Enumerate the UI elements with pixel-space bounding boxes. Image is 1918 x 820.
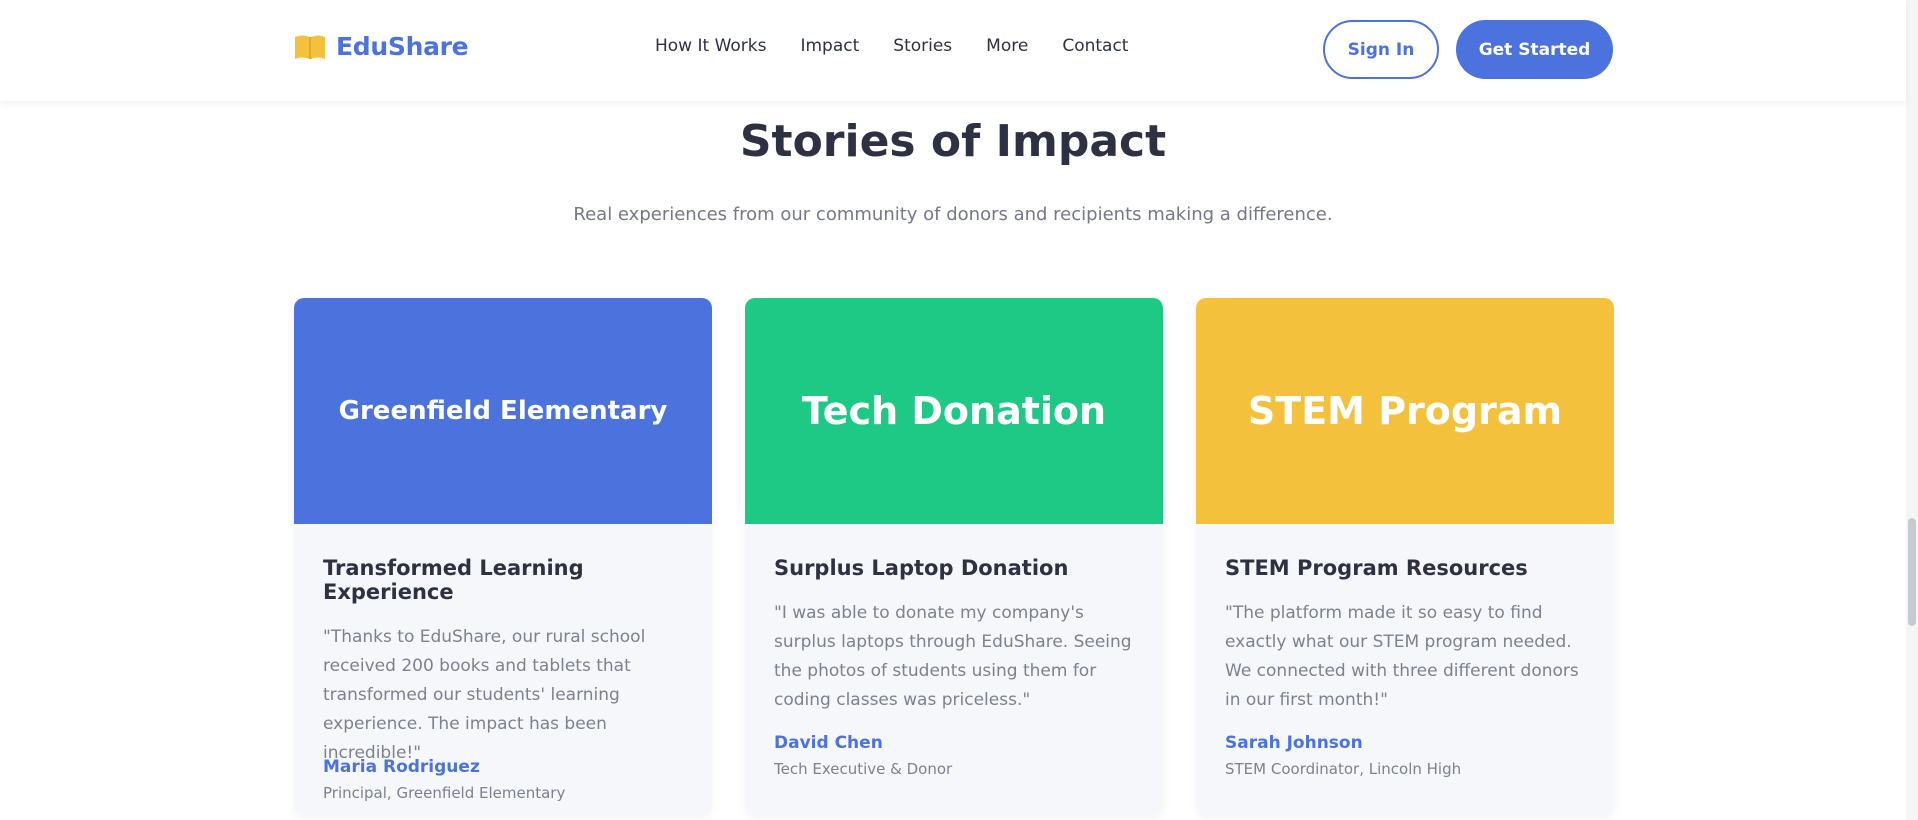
story-body: STEM Program Resources "The platform mad… [1196, 524, 1614, 778]
stories-grid: Greenfield Elementary Transformed Learni… [294, 298, 1614, 820]
story-card: STEM Program STEM Program Resources "The… [1196, 298, 1614, 815]
story-banner: STEM Program [1196, 298, 1614, 524]
story-author-role: STEM Coordinator, Lincoln High [1225, 760, 1462, 778]
story-body: Surplus Laptop Donation "I was able to d… [745, 524, 1163, 778]
story-author-role: Tech Executive & Donor [774, 760, 953, 778]
nav-contact[interactable]: Contact [1062, 36, 1128, 56]
story-quote: "Thanks to EduShare, our rural school re… [323, 627, 646, 763]
story-title: Surplus Laptop Donation [774, 556, 1069, 580]
nav-stories[interactable]: Stories [893, 36, 952, 56]
story-author: Sarah Johnson [1225, 733, 1363, 753]
story-banner: Greenfield Elementary [294, 298, 712, 524]
scrollbar[interactable] [1906, 0, 1918, 820]
story-card: Tech Donation Surplus Laptop Donation "I… [745, 298, 1163, 815]
story-banner-label: Tech Donation [801, 389, 1107, 433]
site-header: EduShare How It Works Impact Stories Mor… [0, 0, 1906, 101]
scrollbar-thumb[interactable] [1908, 518, 1916, 626]
story-quote: "The platform made it so easy to find ex… [1225, 603, 1579, 710]
story-title: STEM Program Resources [1225, 556, 1528, 580]
story-quote: "I was able to donate my company's surpl… [774, 603, 1132, 710]
story-banner-label: STEM Program [1247, 389, 1563, 433]
brand-name: EduShare [336, 32, 469, 61]
nav-more[interactable]: More [986, 36, 1028, 56]
section-subtitle: Real experiences from our community of d… [573, 204, 1333, 225]
nav-impact[interactable]: Impact [800, 36, 859, 56]
section-title: Stories of Impact [739, 116, 1167, 167]
story-author-role: Principal, Greenfield Elementary [323, 784, 566, 802]
story-author: Maria Rodriguez [323, 757, 480, 777]
story-body: Transformed Learning Experience "Thanks … [294, 524, 712, 802]
open-book-icon [294, 34, 326, 60]
brand-logo[interactable]: EduShare [294, 32, 469, 61]
sign-in-button[interactable]: Sign In [1323, 20, 1439, 79]
story-card: Greenfield Elementary Transformed Learni… [294, 298, 712, 815]
nav-how-it-works[interactable]: How It Works [655, 36, 766, 56]
story-author: David Chen [774, 733, 883, 753]
get-started-button[interactable]: Get Started [1456, 20, 1613, 79]
story-banner-label: Greenfield Elementary [338, 396, 668, 426]
story-title: Transformed Learning Experience [323, 556, 584, 604]
main-nav: How It Works Impact Stories More Contact [655, 36, 1128, 56]
story-banner: Tech Donation [745, 298, 1163, 524]
